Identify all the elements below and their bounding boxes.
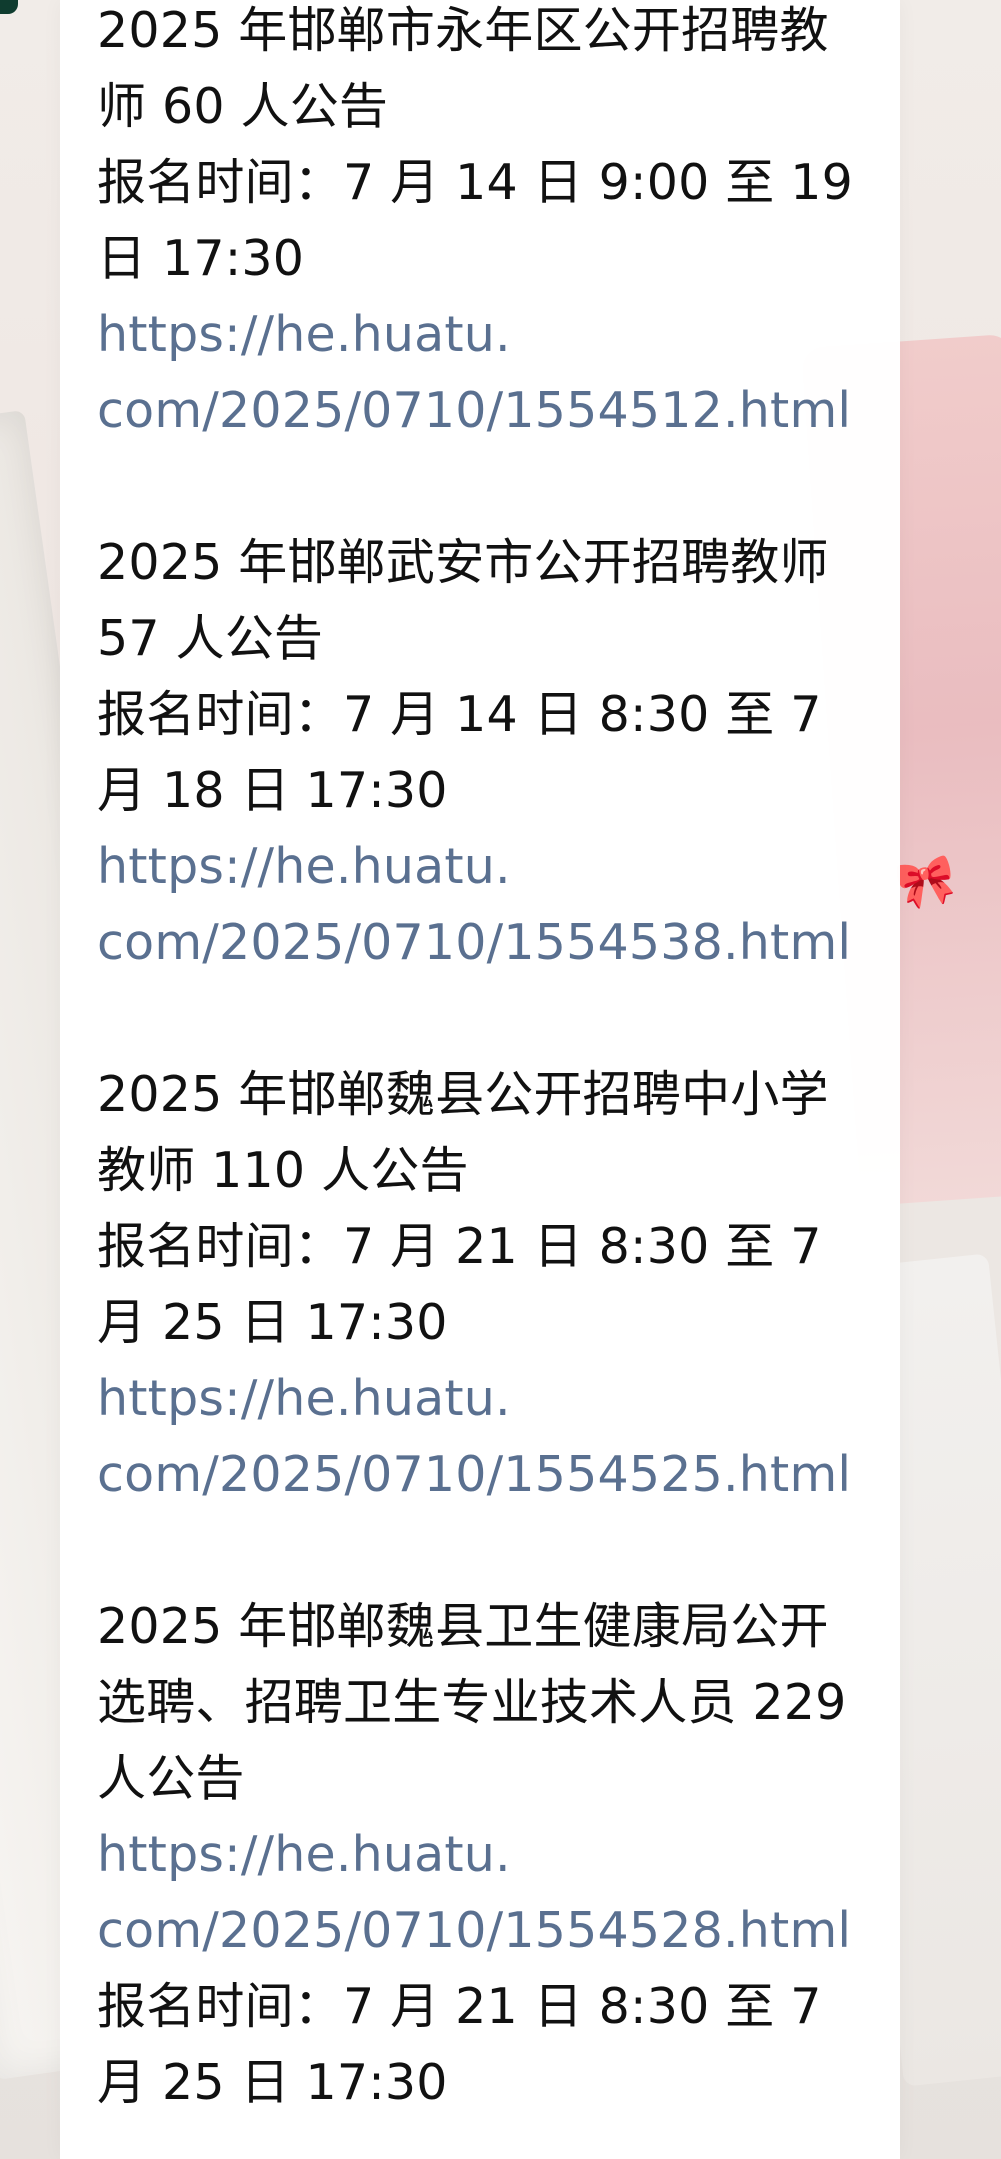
- post-link[interactable]: https://he.huatu. com/2025/0710/1554512.…: [97, 297, 877, 449]
- post-link-line-1: https://he.huatu.: [97, 1370, 511, 1427]
- post-link-line-2: com/2025/0710/1554512.html: [97, 382, 852, 439]
- post-title: 2025 年邯郸市永年区公开招聘教师 60 人公告: [97, 2, 829, 135]
- post-title: 2025 年邯郸武安市公开招聘教师 57 人公告: [97, 534, 829, 667]
- post-title: 2025 年邯郸魏县公开招聘中小学教师 110 人公告: [97, 1066, 829, 1199]
- post-title: 2025 年邯郸魏县卫生健康局公开选聘、招聘卫生专业技术人员 229 人公告: [97, 1598, 847, 1807]
- post-3: 2025 年邯郸魏县公开招聘中小学教师 110 人公告 报名时间：7 月 21 …: [97, 1057, 877, 1513]
- corner-badge: [0, 0, 18, 14]
- post-link-line-2: com/2025/0710/1554538.html: [97, 914, 852, 971]
- message-content: 2025 年邯郸市永年区公开招聘教师 60 人公告 报名时间：7 月 14 日 …: [97, 0, 877, 2121]
- post-link-line-2: com/2025/0710/1554525.html: [97, 1446, 852, 1503]
- post-4: 2025 年邯郸魏县卫生健康局公开选聘、招聘卫生专业技术人员 229 人公告 h…: [97, 1589, 877, 2121]
- post-link-line-1: https://he.huatu.: [97, 306, 511, 363]
- post-link[interactable]: https://he.huatu. com/2025/0710/1554525.…: [97, 1361, 877, 1513]
- registration-time: 报名时间：7 月 21 日 8:30 至 7 月 25 日 17:30: [97, 1218, 822, 1351]
- registration-time: 报名时间：7 月 14 日 8:30 至 7 月 18 日 17:30: [97, 686, 822, 819]
- post-1: 2025 年邯郸市永年区公开招聘教师 60 人公告 报名时间：7 月 14 日 …: [97, 0, 877, 449]
- registration-time: 报名时间：7 月 14 日 9:00 至 19 日 17:30: [97, 154, 853, 287]
- post-2: 2025 年邯郸武安市公开招聘教师 57 人公告 报名时间：7 月 14 日 8…: [97, 525, 877, 981]
- post-link[interactable]: https://he.huatu. com/2025/0710/1554538.…: [97, 829, 877, 981]
- registration-time: 报名时间：7 月 21 日 8:30 至 7 月 25 日 17:30: [97, 1978, 822, 2111]
- post-link[interactable]: https://he.huatu. com/2025/0710/1554528.…: [97, 1817, 877, 1969]
- message-card: 2025 年邯郸市永年区公开招聘教师 60 人公告 报名时间：7 月 14 日 …: [60, 0, 900, 2159]
- post-link-line-1: https://he.huatu.: [97, 1826, 511, 1883]
- post-link-line-2: com/2025/0710/1554528.html: [97, 1902, 852, 1959]
- post-link-line-1: https://he.huatu.: [97, 838, 511, 895]
